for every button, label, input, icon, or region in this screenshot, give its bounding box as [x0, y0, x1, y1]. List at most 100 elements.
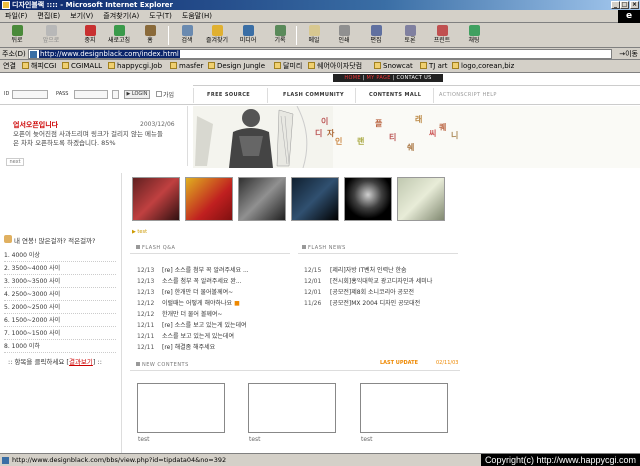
- link-page-icon: [374, 62, 381, 69]
- print-button[interactable]: 인쇄: [334, 25, 354, 46]
- printpro-button[interactable]: 프린트: [430, 25, 454, 46]
- qna-row[interactable]: 12/11 소스를 보고 있는게 있는데여: [137, 331, 234, 340]
- menu-edit[interactable]: 편집(E): [32, 10, 65, 23]
- login-button[interactable]: ▶ LOGIN: [124, 90, 150, 99]
- web-page: HOME | MY PAGE | CONTACT US ID PASS ▶ LO…: [0, 73, 640, 453]
- media-button[interactable]: 미디어: [236, 25, 260, 46]
- status-url: http://www.designblack.com/bbs/view.php?…: [12, 456, 227, 464]
- discuss-icon: [404, 25, 416, 36]
- poll-option[interactable]: 1. 4000 이상: [4, 250, 116, 262]
- link-masfer[interactable]: masfer: [170, 60, 203, 73]
- news-row[interactable]: 12/01 [전시회]홍익대학교 광고디자인과 세미나: [304, 276, 432, 285]
- poll-option[interactable]: 4. 2500~3000 사이: [4, 289, 116, 301]
- content-box-label[interactable]: test: [138, 436, 150, 443]
- go-button[interactable]: →이동: [619, 49, 638, 59]
- last-update-label: LAST UPDATE: [380, 360, 418, 366]
- news-row[interactable]: 11/26 [공모전]MX 2004 디자인 공모대전: [304, 298, 420, 307]
- join-link[interactable]: 가입: [156, 90, 174, 99]
- discuss-button[interactable]: 토론: [400, 25, 420, 46]
- link-logo-corean[interactable]: logo,corean,biz: [452, 60, 514, 73]
- link-page-icon: [308, 62, 315, 69]
- nav-actionscript-help[interactable]: ACTIONSCRIPT HELP: [439, 92, 497, 98]
- search-button[interactable]: 검색: [176, 25, 198, 46]
- news-row[interactable]: 12/15 [제리]자방 IT벤처 인력난 한숨: [304, 265, 407, 274]
- menu-tools[interactable]: 도구(T): [144, 10, 177, 23]
- menu-file[interactable]: 파일(F): [0, 10, 32, 23]
- gallery-thumbnail[interactable]: [132, 177, 180, 221]
- link-snowcat[interactable]: Snowcat: [374, 60, 413, 73]
- menu-view[interactable]: 보기(V): [65, 10, 98, 23]
- messenger-button[interactable]: 채팅: [464, 25, 484, 46]
- gallery-thumbnail[interactable]: [238, 177, 286, 221]
- remember-checkbox[interactable]: [112, 90, 119, 99]
- qna-row[interactable]: 12/12 이럴때는 어떻게 해야하나요 ■: [137, 298, 240, 307]
- link-happycgi[interactable]: 해피CGI: [22, 60, 56, 73]
- minimize-button[interactable]: _: [611, 1, 620, 9]
- gallery-thumbnail[interactable]: [185, 177, 233, 221]
- join-icon: [156, 91, 162, 97]
- stop-button[interactable]: 중지: [80, 25, 100, 46]
- poll-option[interactable]: 6. 1500~2000 사이: [4, 315, 116, 327]
- favorites-button[interactable]: 즐겨찾기: [202, 25, 232, 46]
- link-page-icon: [170, 62, 177, 69]
- menu-favorites[interactable]: 즐겨찾기(A): [98, 10, 144, 23]
- link-tj-art[interactable]: TJ art: [420, 60, 447, 73]
- edit-button[interactable]: 편집: [366, 25, 386, 46]
- password-input[interactable]: [74, 90, 108, 99]
- home-button[interactable]: 홈: [140, 25, 160, 46]
- notice-title[interactable]: 업서오픈입니다: [13, 120, 58, 130]
- link-design-jungle[interactable]: Design Jungle: [208, 60, 265, 73]
- login-form: ID PASS ▶ LOGIN 가입: [0, 85, 200, 105]
- news-row[interactable]: 12/01 [공모전]제8회 소니코리아 공모전: [304, 287, 414, 296]
- history-button[interactable]: 기록: [270, 25, 290, 46]
- nav-flash-community[interactable]: FLASH COMMUNITY: [283, 92, 344, 98]
- ie-window-icon: [2, 1, 10, 9]
- refresh-button[interactable]: 새로고침: [104, 25, 134, 46]
- poll-option[interactable]: 2. 3500~4000 사이: [4, 263, 116, 275]
- forward-button[interactable]: 앞으로: [38, 25, 64, 46]
- poll-option[interactable]: 7. 1000~1500 사이: [4, 328, 116, 340]
- qna-row[interactable]: 12/11 [re] 해결좀 해주세요: [137, 342, 215, 351]
- qna-row[interactable]: 12/11 [re] 소스를 보고 있는게 있는데여: [137, 320, 247, 329]
- nav-free-source[interactable]: FREE SOURCE: [207, 92, 250, 98]
- new-badge-icon: ■: [234, 300, 240, 307]
- hero-char: 이: [321, 117, 329, 126]
- back-button[interactable]: 뒤로: [4, 25, 30, 46]
- nav-contents-mall[interactable]: CONTENTS MALL: [369, 92, 421, 98]
- notice-next-button[interactable]: next: [6, 158, 24, 166]
- qna-row[interactable]: 12/12 한개만 더 물어 볼께여~: [137, 309, 222, 318]
- poll-option[interactable]: 5. 2000~2500 사이: [4, 302, 116, 314]
- link-page-icon: [452, 62, 459, 69]
- close-button[interactable]: ×: [630, 1, 639, 9]
- poll-result-link[interactable]: 결과보기: [69, 358, 93, 366]
- top-contact-link[interactable]: CONTACT US: [396, 75, 431, 81]
- id-input[interactable]: [12, 90, 48, 99]
- link-happycgi-job[interactable]: happycgi.Job: [108, 60, 162, 73]
- maximize-button[interactable]: □: [620, 1, 629, 9]
- qna-row[interactable]: 12/13 [re] 소스를 첨부 꼭 알려주세요 ...: [137, 265, 249, 274]
- test-link[interactable]: ▶ test: [132, 229, 147, 235]
- qna-row[interactable]: 12/13 [re] 한개만 더 물어볼께여~: [137, 287, 233, 296]
- link-dalmiri[interactable]: 달미리: [274, 60, 302, 73]
- link-cgimall[interactable]: CGIMALL: [62, 60, 102, 73]
- gallery-thumbnail[interactable]: [344, 177, 392, 221]
- content-box[interactable]: [137, 383, 225, 433]
- content-box-label[interactable]: test: [249, 436, 261, 443]
- content-box[interactable]: [360, 383, 448, 433]
- top-home-link[interactable]: HOME: [344, 75, 360, 81]
- content-box[interactable]: [248, 383, 336, 433]
- gallery-thumbnail[interactable]: [397, 177, 445, 221]
- flash-news-heading: FLASH NEWS: [302, 245, 346, 251]
- link-shareizit[interactable]: 쉐어아이자닷컴: [308, 60, 362, 73]
- refresh-icon: [113, 25, 125, 36]
- poll-option[interactable]: 3. 3000~3500 사이: [4, 276, 116, 288]
- last-update-date: 02/11/03: [436, 360, 459, 366]
- mail-button[interactable]: 메일: [304, 25, 324, 46]
- top-mypage-link[interactable]: MY PAGE: [367, 75, 391, 81]
- poll-option[interactable]: 8. 1000 이하: [4, 341, 116, 353]
- address-input[interactable]: http://www.designblack.com/index.html: [28, 49, 612, 59]
- qna-row[interactable]: 12/13 소스를 첨부 꼭 알려주세요 완...: [137, 276, 242, 285]
- content-box-label[interactable]: test: [361, 436, 373, 443]
- gallery-thumbnail[interactable]: [291, 177, 339, 221]
- menu-help[interactable]: 도움말(H): [177, 10, 217, 23]
